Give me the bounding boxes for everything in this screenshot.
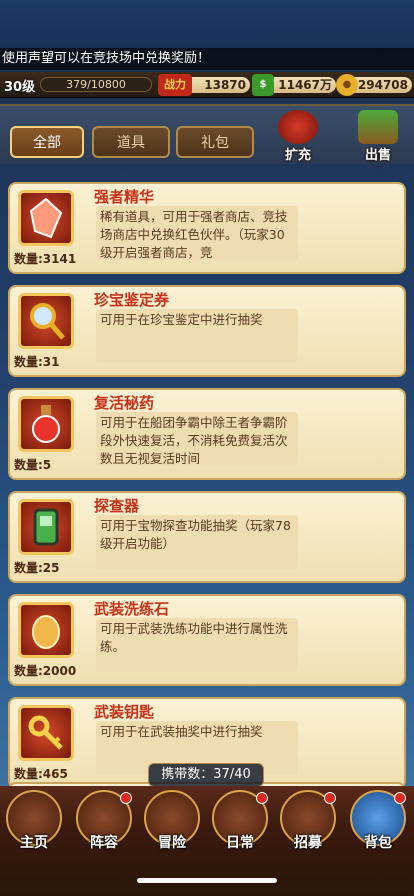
item-name: 强者精华 [94, 188, 155, 206]
item-quantity: 数量:3141 [14, 252, 77, 266]
filter-panel: 全部 道具 礼包 扩充 出售 [0, 104, 414, 164]
expand-bag-icon [278, 110, 318, 144]
nav-recruit[interactable]: 招募 [276, 790, 340, 864]
announcement-marquee: 使用声望可以在竞技场中兑换奖励！ [0, 48, 414, 70]
notification-dot [324, 792, 336, 804]
nav-label: 招募 [294, 835, 322, 851]
notification-dot [256, 792, 268, 804]
key-icon [18, 705, 74, 761]
item-quantity: 数量:31 [14, 355, 60, 369]
cash-icon: $ [252, 74, 274, 96]
nav-label: 主页 [20, 835, 48, 851]
player-level: 30级 [4, 80, 36, 95]
expand-label: 扩充 [284, 148, 311, 163]
nav-label: 冒险 [158, 835, 186, 851]
exp-bar: 379/10800 [40, 77, 152, 92]
sell-chest-icon [358, 110, 398, 144]
item-quantity: 数量:25 [14, 561, 60, 575]
notification-dot [120, 792, 132, 804]
exp-text: 379/10800 [66, 78, 126, 91]
potion-icon [18, 396, 74, 452]
item-description: 可用于宝物探查功能抽奖（玩家78级开启功能） [96, 515, 298, 569]
item-description: 稀有道具，可用于强者商店、竞技场商店中兑换红色伙伴。（玩家30级开启强者商店，竞 [96, 206, 298, 260]
cash-value: 11467万 [278, 78, 332, 92]
nav-home[interactable]: 主页 [2, 790, 66, 864]
item-name: 武装钥匙 [94, 703, 155, 721]
cash-display[interactable]: $ 11467万 [252, 74, 336, 96]
item-quantity: 数量:2000 [14, 664, 77, 678]
item-name: 武装洗练石 [94, 600, 170, 618]
notification-dot [394, 792, 406, 804]
nav-bag[interactable]: 背包 [346, 790, 410, 864]
list-item[interactable]: 数量:3141 强者精华 稀有道具，可用于强者商店、竞技场商店中兑换红色伙伴。（… [8, 182, 406, 274]
tab-props[interactable]: 道具 [92, 126, 170, 158]
power-icon: 战力 [158, 74, 192, 96]
gold-display[interactable]: ● 294708 [336, 74, 412, 96]
item-description: 可用于在珍宝鉴定中进行抽奖 [96, 309, 298, 363]
item-name: 探查器 [94, 497, 140, 515]
expand-button[interactable]: 扩充 [268, 110, 328, 166]
power-display: 战力 13870 [158, 74, 250, 96]
carry-count: 携带数：37/40 [148, 763, 264, 787]
list-item[interactable]: 数量:25 探查器 可用于宝物探查功能抽奖（玩家78级开启功能） [8, 491, 406, 583]
stone-icon [18, 602, 74, 658]
tab-all[interactable]: 全部 [10, 126, 84, 158]
magnifier-icon [18, 293, 74, 349]
item-quantity: 数量:5 [14, 458, 52, 472]
item-quantity: 数量:465 [14, 767, 68, 781]
nav-label: 阵容 [90, 835, 118, 851]
power-value: 13870 [204, 78, 246, 92]
crystal-icon [18, 190, 74, 246]
gold-value: 294708 [357, 78, 408, 92]
item-name: 珍宝鉴定券 [94, 291, 170, 309]
tab-gift-packs[interactable]: 礼包 [176, 126, 254, 158]
nav-daily[interactable]: 日常 [208, 790, 272, 864]
nav-lineup[interactable]: 阵容 [72, 790, 136, 864]
list-item[interactable]: 数量:31 珍宝鉴定券 可用于在珍宝鉴定中进行抽奖 [8, 285, 406, 377]
status-bar: 30级 379/10800 战力 13870 $ 11467万 ● 294708 [0, 72, 414, 98]
top-header [0, 0, 414, 48]
list-item[interactable]: 数量:5 复活秘药 可用于在船团争霸中除王者争霸阶段外快速复活，不消耗免费复活次… [8, 388, 406, 480]
home-indicator[interactable] [137, 878, 277, 883]
item-list[interactable]: 数量:3141 强者精华 稀有道具，可用于强者商店、竞技场商店中兑换红色伙伴。（… [0, 170, 414, 800]
sell-button[interactable]: 出售 [348, 110, 408, 166]
nav-adventure[interactable]: 冒险 [140, 790, 204, 864]
list-item[interactable]: 数量:2000 武装洗练石 可用于武装洗练功能中进行属性洗练。 [8, 594, 406, 686]
item-name: 复活秘药 [94, 394, 155, 412]
nav-label: 日常 [226, 835, 254, 851]
detector-icon [18, 499, 74, 555]
gold-coin-icon: ● [336, 74, 358, 96]
item-description: 可用于武装洗练功能中进行属性洗练。 [96, 618, 298, 672]
item-description: 可用于在船团争霸中除王者争霸阶段外快速复活，不消耗免费复活次数且无视复活时间 [96, 412, 298, 466]
nav-label: 背包 [364, 835, 392, 851]
sell-label: 出售 [364, 148, 391, 163]
